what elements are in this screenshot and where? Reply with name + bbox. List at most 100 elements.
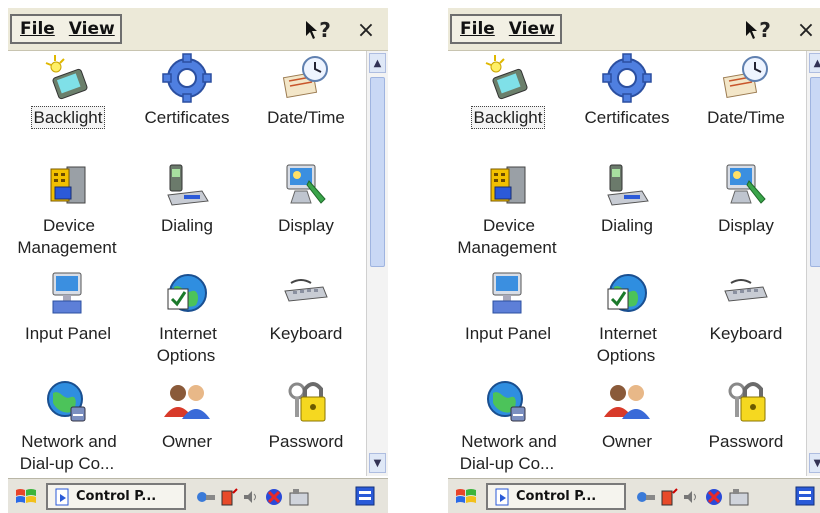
connectivity-icon[interactable] xyxy=(636,487,656,507)
item-label: Keyboard xyxy=(269,324,343,343)
item-label: Keyboard xyxy=(709,324,783,343)
item-label: Dialing xyxy=(601,216,653,235)
control-panel-grid: Backlight Certificates Date/Time Device … xyxy=(448,51,806,476)
pointer-help-icon xyxy=(746,21,758,39)
item-date-time[interactable]: Date/Time xyxy=(686,51,806,159)
keyboard-tray-icon[interactable] xyxy=(728,487,750,507)
start-icon[interactable] xyxy=(454,486,478,508)
scroll-up-button[interactable]: ▲ xyxy=(369,53,386,73)
certificates-icon xyxy=(602,53,652,103)
certificates-icon xyxy=(162,53,212,103)
display-icon xyxy=(726,164,766,204)
display-icon xyxy=(286,164,326,204)
menu-bar: File View ? × xyxy=(8,8,388,51)
chevron-down-icon: ▼ xyxy=(373,457,382,469)
scroll-down-button[interactable]: ▼ xyxy=(369,453,386,473)
item-dialing[interactable]: Dialing xyxy=(127,159,247,267)
item-label: Owner xyxy=(161,432,213,451)
item-label: Display xyxy=(278,216,334,235)
volume-icon[interactable] xyxy=(682,487,700,507)
item-network[interactable]: Network and Dial-up Co... xyxy=(448,375,568,476)
system-tray xyxy=(636,484,750,510)
item-label: Backlight xyxy=(470,106,546,129)
system-tray xyxy=(196,484,310,510)
item-backlight[interactable]: Backlight xyxy=(448,51,568,159)
item-dialing[interactable]: Dialing xyxy=(567,159,687,267)
owner-icon xyxy=(604,385,650,419)
battery-icon[interactable] xyxy=(660,487,678,507)
date-time-icon xyxy=(722,56,768,99)
item-password[interactable]: Password xyxy=(686,375,806,476)
network-icon xyxy=(47,381,86,422)
item-certificates[interactable]: Certificates xyxy=(127,51,247,159)
item-device-management[interactable]: Device Management xyxy=(448,159,568,267)
item-label: Network and Dial-up Co... xyxy=(19,432,117,473)
item-display[interactable]: Display xyxy=(686,159,806,267)
help-button[interactable]: ? xyxy=(298,16,338,44)
item-label: Backlight xyxy=(30,106,106,129)
item-password[interactable]: Password xyxy=(246,375,366,476)
control-panel-task-button[interactable]: Control P... xyxy=(46,483,186,510)
item-certificates[interactable]: Certificates xyxy=(567,51,687,159)
dialing-icon xyxy=(607,164,649,206)
connectivity-icon[interactable] xyxy=(196,487,216,507)
item-network[interactable]: Network and Dial-up Co... xyxy=(8,375,128,476)
item-owner[interactable]: Owner xyxy=(127,375,247,476)
item-label: Input Panel xyxy=(24,324,111,343)
item-display[interactable]: Display xyxy=(246,159,366,267)
backlight-icon xyxy=(485,55,528,100)
menu-bar: File View ? × xyxy=(448,8,820,51)
item-input-panel[interactable]: Input Panel xyxy=(8,267,128,375)
menu-box: File View xyxy=(450,14,562,44)
scroll-down-button[interactable]: ▼ xyxy=(809,453,820,473)
item-keyboard[interactable]: Keyboard xyxy=(686,267,806,375)
item-label: Input Panel xyxy=(464,324,551,343)
item-label: Certificates xyxy=(584,108,670,127)
show-desktop-icon[interactable] xyxy=(354,485,376,507)
item-label: Internet Options xyxy=(596,324,657,365)
scroll-thumb[interactable] xyxy=(370,77,385,267)
scroll-up-button[interactable]: ▲ xyxy=(809,53,820,73)
chevron-up-icon: ▲ xyxy=(373,57,382,69)
item-label: Network and Dial-up Co... xyxy=(459,432,557,473)
internet-options-icon xyxy=(607,274,647,312)
close-button[interactable]: × xyxy=(352,16,380,44)
item-label: Dialing xyxy=(161,216,213,235)
item-label: Date/Time xyxy=(267,108,345,127)
keyboard-tray-icon[interactable] xyxy=(288,487,310,507)
show-desktop-icon[interactable] xyxy=(794,485,816,507)
control-panel-window-left: File View ? × Backlight Certificates Dat… xyxy=(8,8,388,513)
item-device-management[interactable]: Device Management xyxy=(8,159,128,267)
item-date-time[interactable]: Date/Time xyxy=(246,51,366,159)
view-menu[interactable]: View xyxy=(501,19,561,39)
file-menu[interactable]: File xyxy=(12,19,61,39)
item-label: Owner xyxy=(601,432,653,451)
no-connection-icon[interactable] xyxy=(704,487,724,507)
no-connection-icon[interactable] xyxy=(264,487,284,507)
item-label: Password xyxy=(708,432,784,451)
start-icon[interactable] xyxy=(14,486,38,508)
help-button[interactable]: ? xyxy=(738,16,778,44)
view-menu[interactable]: View xyxy=(61,19,121,39)
vertical-scrollbar[interactable]: ▲ ▼ xyxy=(366,51,388,476)
item-input-panel[interactable]: Input Panel xyxy=(448,267,568,375)
item-backlight[interactable]: Backlight xyxy=(8,51,128,159)
battery-icon[interactable] xyxy=(220,487,238,507)
help-label: ? xyxy=(759,18,771,42)
item-owner[interactable]: Owner xyxy=(567,375,687,476)
item-keyboard[interactable]: Keyboard xyxy=(246,267,366,375)
item-label: Display xyxy=(718,216,774,235)
control-panel-task-button[interactable]: Control P... xyxy=(486,483,626,510)
item-internet-options[interactable]: Internet Options xyxy=(567,267,687,375)
scroll-thumb[interactable] xyxy=(810,77,820,267)
control-panel-icon xyxy=(495,488,509,505)
close-button[interactable]: × xyxy=(792,16,820,44)
password-icon xyxy=(288,382,326,422)
volume-icon[interactable] xyxy=(242,487,260,507)
control-panel-icon xyxy=(55,488,69,505)
backlight-icon xyxy=(45,55,88,100)
item-internet-options[interactable]: Internet Options xyxy=(127,267,247,375)
file-menu[interactable]: File xyxy=(452,19,501,39)
vertical-scrollbar[interactable]: ▲ ▼ xyxy=(806,51,820,476)
internet-options-icon xyxy=(167,274,207,312)
